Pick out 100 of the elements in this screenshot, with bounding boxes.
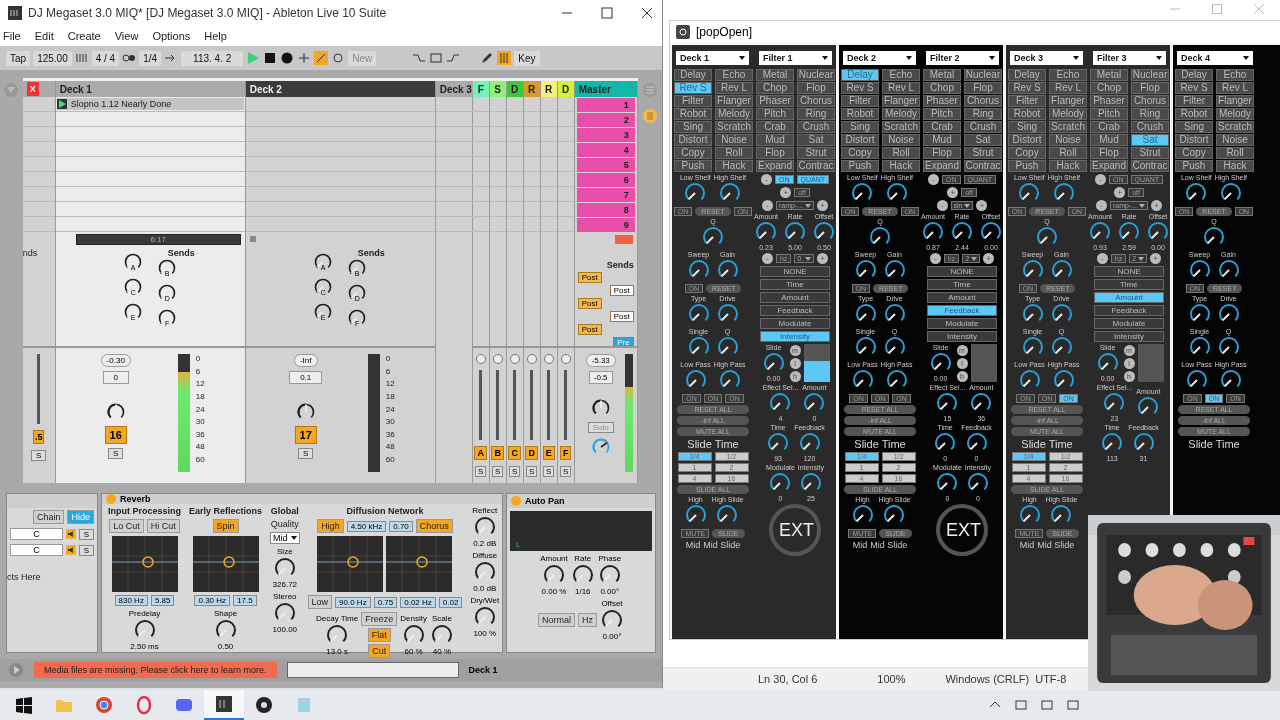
effect-button[interactable]: Rev L — [882, 82, 920, 94]
effect-button[interactable]: Expand — [1090, 160, 1128, 172]
value-field[interactable]: 0.02 — [438, 596, 463, 608]
menu-item[interactable]: File — [3, 30, 21, 42]
effect-button[interactable]: Echo — [882, 69, 920, 81]
target-button[interactable]: Feedback — [1094, 305, 1164, 316]
return-letter[interactable]: D — [525, 446, 538, 460]
effect-button[interactable]: Push — [1008, 160, 1046, 172]
effect-button[interactable]: Contrac — [1131, 160, 1169, 172]
toggle-button[interactable]: Freeze — [361, 612, 398, 626]
effect-button[interactable]: Sing — [1008, 121, 1046, 133]
effect-button[interactable]: Melody — [1049, 108, 1087, 120]
solo-button[interactable]: S — [492, 466, 504, 477]
pencil-icon[interactable] — [480, 51, 495, 65]
effect-button[interactable]: Delay — [674, 69, 712, 81]
circle-icon[interactable] — [492, 354, 503, 364]
toggle-button[interactable]: Lo Cut — [109, 519, 144, 533]
effect-button[interactable]: Sing — [841, 121, 879, 133]
metronome-icon[interactable] — [122, 51, 137, 65]
filter-display[interactable] — [317, 536, 384, 592]
effect-button[interactable]: Copy — [674, 147, 712, 159]
chain-toggle[interactable]: Chain — [32, 510, 65, 524]
effect-button[interactable]: Delay — [1008, 69, 1046, 81]
effect-button[interactable]: Crab — [923, 121, 961, 133]
filter-display[interactable] — [111, 536, 178, 592]
effect-button[interactable]: Chorus — [797, 95, 835, 107]
send-mode-button[interactable]: Pre — [613, 337, 634, 348]
effect-button[interactable]: Nuclear — [797, 69, 835, 81]
scene-launch[interactable]: 5 — [576, 158, 635, 172]
solo-button[interactable]: Solo — [587, 422, 614, 433]
effect-button[interactable]: Mud — [923, 134, 961, 146]
effect-button[interactable]: Ring — [797, 108, 835, 120]
pan-field[interactable]: 0.1 — [289, 371, 323, 384]
effect-button[interactable]: Flop — [1090, 147, 1128, 159]
ring-icon[interactable] — [134, 695, 154, 715]
effect-button[interactable]: Robot — [1008, 108, 1046, 120]
target-button[interactable]: NONE — [760, 266, 830, 277]
curve-icon[interactable] — [412, 51, 427, 65]
curve-icon[interactable] — [446, 51, 461, 65]
effect-button[interactable]: Flanger — [1216, 95, 1254, 107]
effect-button[interactable]: Sat — [1131, 134, 1169, 146]
effect-button[interactable]: Flop — [923, 147, 961, 159]
effect-button[interactable]: Distort — [674, 134, 712, 146]
scene-launch[interactable]: 2 — [576, 113, 635, 127]
signature-field[interactable]: 4 / 4 — [91, 50, 120, 66]
target-button[interactable]: Feedback — [927, 305, 997, 316]
scene-launch[interactable]: 8 — [576, 203, 635, 217]
return-letter[interactable]: E — [542, 446, 555, 460]
effect-button[interactable]: Contrac — [797, 160, 835, 172]
effect-button[interactable]: Melody — [882, 108, 920, 120]
browser-icon[interactable] — [94, 695, 114, 715]
effect-button[interactable]: Phaser — [1090, 95, 1128, 107]
solo-button[interactable]: S — [475, 466, 487, 477]
device-toggle[interactable] — [511, 496, 521, 506]
solo-button[interactable]: S — [78, 544, 94, 556]
target-button[interactable]: Intensity — [760, 331, 830, 342]
effect-button[interactable]: Mud — [756, 134, 794, 146]
effect-button[interactable]: Echo — [715, 69, 753, 81]
menu-item[interactable]: Edit — [34, 30, 54, 42]
value-field[interactable]: 4.50 kHz — [346, 520, 387, 532]
volume-field[interactable]: -5.33 — [585, 354, 616, 367]
effect-button[interactable]: Noise — [882, 134, 920, 146]
clip[interactable]: Slopno 1.12 Nearly Done — [56, 98, 244, 110]
track-header[interactable]: Deck 3 — [435, 81, 476, 97]
effect-button[interactable]: Pitch — [1090, 108, 1128, 120]
scene-launch[interactable]: 4 — [576, 143, 635, 157]
effect-button[interactable]: Roll — [882, 147, 920, 159]
effect-button[interactable]: Expand — [923, 160, 961, 172]
return-letter[interactable]: F — [559, 446, 572, 460]
overview-bar[interactable] — [286, 662, 459, 678]
target-button[interactable]: Feedback — [760, 305, 830, 316]
effect-button[interactable]: Roll — [715, 147, 753, 159]
target-button[interactable]: Time — [760, 279, 830, 290]
effect-button[interactable]: Ring — [964, 108, 1002, 120]
effect-button[interactable]: Sat — [964, 134, 1002, 146]
effect-button[interactable]: Melody — [1216, 108, 1254, 120]
effect-button[interactable]: Noise — [1216, 134, 1254, 146]
effect-button[interactable]: Distort — [841, 134, 879, 146]
effect-button[interactable]: Phaser — [756, 95, 794, 107]
tempo-field[interactable]: 125.00 — [33, 50, 72, 66]
effect-button[interactable]: Nuclear — [1131, 69, 1169, 81]
effect-button[interactable]: Metal — [923, 69, 961, 81]
effect-button[interactable]: Pitch — [923, 108, 961, 120]
effect-button[interactable]: Filter — [1175, 95, 1213, 107]
solo-button[interactable]: S — [298, 448, 314, 459]
track-header[interactable]: Deck 1 — [55, 81, 245, 97]
position-field[interactable]: 113. 4. 2 — [181, 50, 244, 66]
send-mode-button[interactable]: Post — [609, 311, 634, 322]
effect-button[interactable]: Ring — [1131, 108, 1169, 120]
solo-button[interactable]: S — [31, 450, 47, 461]
return-letter[interactable]: C — [508, 446, 521, 460]
toggle-button[interactable]: Low — [307, 595, 333, 609]
value-field[interactable]: 830 Hz — [114, 595, 148, 606]
maximize-icon[interactable] — [600, 6, 614, 20]
menu-item[interactable]: Options — [152, 30, 191, 42]
toggle-button[interactable]: Chorus — [415, 519, 453, 533]
stop-button[interactable] — [263, 51, 278, 65]
effect-button[interactable]: Rev L — [715, 82, 753, 94]
menu-item[interactable]: View — [114, 30, 139, 42]
deck-dropdown[interactable]: Deck 2 — [843, 51, 916, 65]
